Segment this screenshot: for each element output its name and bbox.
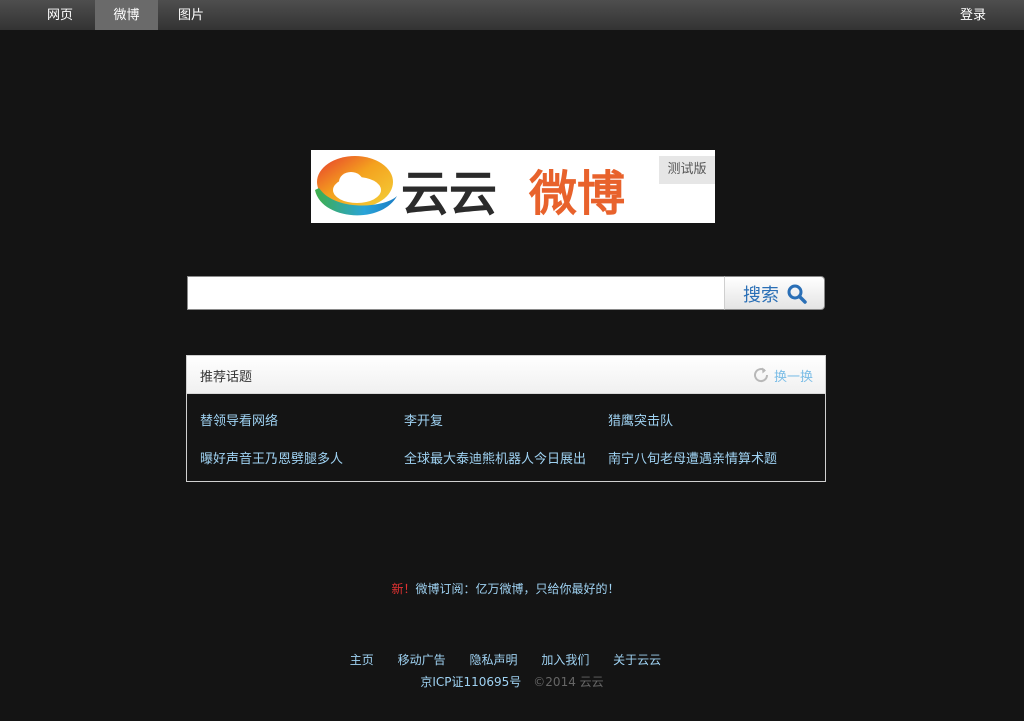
topics-header: 推荐话题 换一换 <box>187 356 825 394</box>
search-button[interactable]: 搜索 <box>724 276 825 310</box>
beta-badge: 测试版 <box>659 156 715 184</box>
notice-link[interactable]: 微博订阅：亿万微博，只给你最好的！ <box>416 582 620 596</box>
search-bar: 搜索 <box>187 276 825 310</box>
footer-links: 主页 移动广告 隐私声明 加入我们 关于云云 <box>0 651 1011 668</box>
tab-web[interactable]: 网页 <box>30 0 90 30</box>
login-link[interactable]: 登录 <box>960 0 986 31</box>
footer-link-mobile-ads[interactable]: 移动广告 <box>398 653 446 667</box>
topic-link[interactable]: 猎鹰突击队 <box>608 410 673 429</box>
recommended-topics-panel: 推荐话题 换一换 替领导看网络 李开复 猎鹰突击队 曝好声音王乃恩劈腿多人 全球… <box>186 355 826 482</box>
search-button-label: 搜索 <box>743 285 779 306</box>
site-logo: 云云 微博 测试版 <box>311 150 715 223</box>
icp-license-link[interactable]: 京ICP证110695号 <box>420 675 521 689</box>
topic-link[interactable]: 南宁八旬老母遭遇亲情算术题 <box>608 448 777 467</box>
search-input[interactable] <box>187 276 725 310</box>
tab-weibo[interactable]: 微博 <box>95 0 158 30</box>
topic-link[interactable]: 曝好声音王乃恩劈腿多人 <box>200 448 343 467</box>
topic-link[interactable]: 替领导看网络 <box>200 410 278 429</box>
footer-copyright: 京ICP证110695号 ©2014 云云 <box>0 673 1024 690</box>
footer-link-about[interactable]: 关于云云 <box>613 653 661 667</box>
footer-link-join-us[interactable]: 加入我们 <box>541 653 589 667</box>
new-tag-separator: ！ <box>403 582 416 596</box>
topic-link[interactable]: 李开复 <box>404 410 443 429</box>
refresh-link[interactable]: 换一换 <box>774 366 813 385</box>
cloud-logo-icon <box>315 156 397 216</box>
tab-images[interactable]: 图片 <box>160 0 222 30</box>
logo-text-weibo: 微博 <box>529 166 626 222</box>
footer-link-home[interactable]: 主页 <box>350 653 374 667</box>
footer-link-privacy[interactable]: 隐私声明 <box>469 653 517 667</box>
topic-link[interactable]: 全球最大泰迪熊机器人今日展出 <box>404 448 586 467</box>
copyright-text: ©2014 云云 <box>533 675 604 689</box>
subscription-notice: 新！微博订阅：亿万微博，只给你最好的！ <box>0 580 1011 597</box>
search-icon <box>787 284 807 304</box>
refresh-icon[interactable] <box>752 366 770 384</box>
new-tag: 新 <box>391 582 404 596</box>
top-nav-bar: 网页 微博 图片 登录 <box>0 0 1024 30</box>
topics-title: 推荐话题 <box>200 370 253 385</box>
logo-text-yunyun: 云云 <box>401 166 498 222</box>
